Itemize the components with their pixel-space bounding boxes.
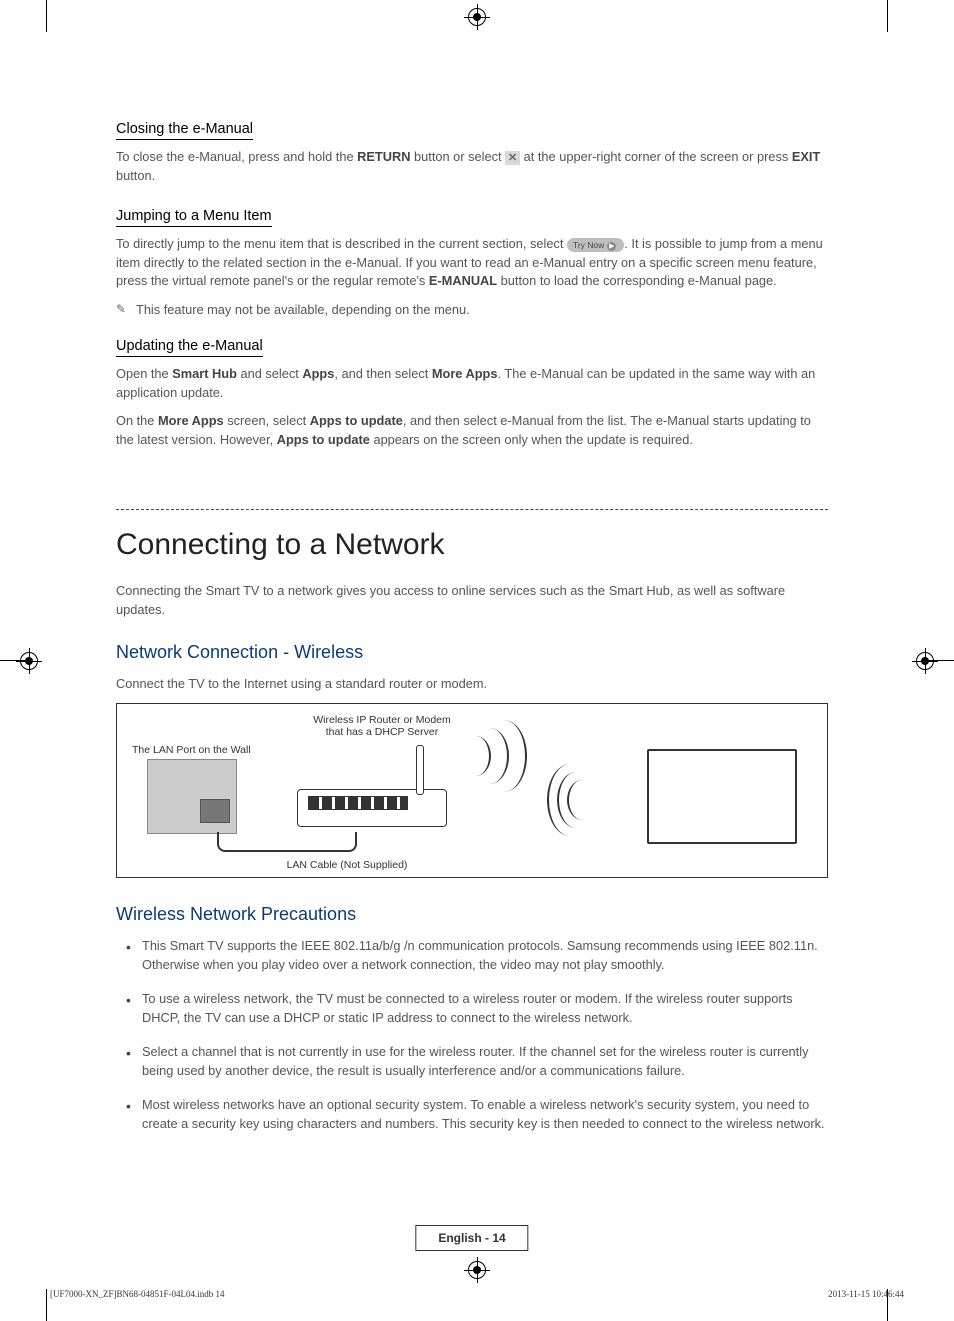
exit-label: EXIT [792,149,820,164]
section-title-network: Connecting to a Network [116,528,828,562]
moreapps-label-2: More Apps [158,413,224,428]
heading-updating-emanual: Updating the e-Manual [116,338,263,357]
diagram-lan-cable [217,832,357,852]
diagram-signal-out [481,720,527,792]
wireless-connection-diagram: Wireless IP Router or Modem that has a D… [116,703,828,878]
registration-mark-left [20,652,38,670]
updating-paragraph-1: Open the Smart Hub and select Apps, and … [116,365,828,402]
jumping-note: This feature may not be available, depen… [116,301,828,320]
heading-wireless-precautions: Wireless Network Precautions [116,904,828,925]
return-label: RETURN [357,149,410,164]
diagram-wall-port [147,759,237,834]
text: appears on the screen only when the upda… [370,432,693,447]
page-number-footer: English - 14 [415,1225,528,1251]
diagram-wall-label: The LAN Port on the Wall [132,744,262,756]
document-footer-timestamp: 2013-11-15 10:46:44 [828,1289,904,1299]
diagram-cable-label: LAN Cable (Not Supplied) [262,859,432,871]
diagram-signal-in [547,764,593,836]
text: and select [237,366,302,381]
text: On the [116,413,158,428]
emanual-label: E-MANUAL [429,273,497,288]
updating-paragraph-2: On the More Apps screen, select Apps to … [116,412,828,449]
precaution-bullet: Most wireless networks have an optional … [116,1096,828,1133]
registration-mark-top [468,8,486,26]
heading-wireless-connection: Network Connection - Wireless [116,642,828,663]
diagram-tv [647,749,797,844]
moreapps-label: More Apps [432,366,498,381]
text: To close the e-Manual, press and hold th… [116,149,357,164]
text: To directly jump to the menu item that i… [116,236,567,251]
text: button. [116,168,155,183]
close-icon: ✕ [505,151,520,165]
diagram-router-label-a: Wireless IP Router or Modem [313,714,451,726]
closing-paragraph: To close the e-Manual, press and hold th… [116,148,828,185]
text: screen, select [224,413,310,428]
page-content: Closing the e-Manual To close the e-Manu… [116,120,828,1241]
registration-mark-right [916,652,934,670]
registration-mark-bottom [468,1261,486,1279]
document-footer-filename: [UF7000-XN_ZF]BN68-04851F-04L04.indb 14 [50,1289,225,1299]
text: button or select [410,149,505,164]
heading-jumping-menu: Jumping to a Menu Item [116,208,272,227]
heading-closing-emanual: Closing the e-Manual [116,121,253,140]
section-divider: Connecting to a Network Connecting the S… [116,509,828,1133]
text: at the upper-right corner of the screen … [520,149,792,164]
smarthub-label: Smart Hub [172,366,237,381]
apps-label: Apps [302,366,334,381]
precaution-bullet: To use a wireless network, the TV must b… [116,990,828,1027]
precaution-bullet: This Smart TV supports the IEEE 802.11a/… [116,937,828,974]
wireless-intro: Connect the TV to the Internet using a s… [116,675,828,694]
network-intro: Connecting the Smart TV to a network giv… [116,582,828,619]
text: button to load the corresponding e-Manua… [497,273,777,288]
precaution-bullet: Select a channel that is not currently i… [116,1043,828,1080]
diagram-router-label-b: that has a DHCP Server [326,726,438,738]
text: , and then select [334,366,431,381]
text: Open the [116,366,172,381]
appstoupdate-label-2: Apps to update [277,432,370,447]
appstoupdate-label: Apps to update [310,413,403,428]
jumping-paragraph: To directly jump to the menu item that i… [116,235,828,291]
try-now-icon: Try Now [567,238,624,252]
diagram-router [297,789,447,827]
